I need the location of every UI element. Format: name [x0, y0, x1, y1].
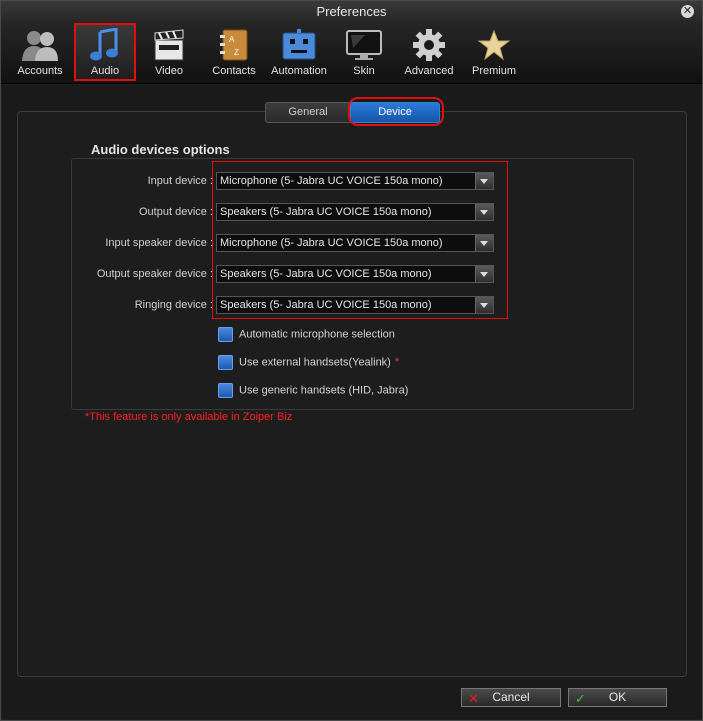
toolbar-advanced[interactable]: Advanced	[400, 25, 458, 79]
ok-button[interactable]: ✓ OK	[568, 688, 667, 707]
toolbar-label: Advanced	[404, 65, 454, 77]
output-device-value: Speakers (5- Jabra UC VOICE 150a mono)	[220, 206, 432, 218]
title-bar: Preferences ✕	[1, 1, 702, 23]
tab-general[interactable]: General	[265, 102, 351, 123]
svg-text:A: A	[229, 35, 235, 44]
chevron-down-icon[interactable]	[475, 235, 493, 251]
star-icon	[477, 29, 511, 61]
users-icon	[22, 31, 58, 61]
output-speaker-device-select[interactable]: Speakers (5- Jabra UC VOICE 150a mono)	[216, 265, 494, 283]
generic-handsets-checkbox[interactable]	[218, 383, 233, 398]
toolbar-label: Contacts	[212, 65, 256, 77]
ringing-device-value: Speakers (5- Jabra UC VOICE 150a mono)	[220, 299, 432, 311]
external-handsets-option[interactable]: Use external handsets(Yealink) *	[218, 355, 399, 371]
output-speaker-device-value: Speakers (5- Jabra UC VOICE 150a mono)	[220, 268, 432, 280]
input-speaker-device-label: Input speaker device :	[105, 237, 213, 249]
monitor-icon	[346, 30, 382, 60]
toolbar-automation[interactable]: Automation	[270, 25, 328, 79]
toolbar-accounts[interactable]: Accounts	[11, 25, 69, 79]
input-device-label: Input device :	[147, 175, 213, 187]
external-handsets-label: Use external handsets(Yealink)	[239, 356, 391, 369]
input-device-select[interactable]: Microphone (5- Jabra UC VOICE 150a mono)	[216, 172, 494, 190]
auto-mic-label: Automatic microphone selection	[239, 328, 395, 341]
chevron-down-icon[interactable]	[475, 173, 493, 189]
section-title: Audio devices options	[91, 142, 230, 157]
close-button[interactable]: ✕	[681, 5, 694, 18]
toolbar-audio[interactable]: Audio	[74, 23, 136, 81]
toolbar-contacts[interactable]: A Z Contacts	[205, 25, 263, 79]
ringing-device-select[interactable]: Speakers (5- Jabra UC VOICE 150a mono)	[216, 296, 494, 314]
toolbar-label: Automation	[271, 65, 327, 77]
chevron-down-icon[interactable]	[475, 297, 493, 313]
toolbar-video[interactable]: Video	[140, 25, 198, 79]
biz-feature-note: *This feature is only available in Zoipe…	[85, 411, 293, 423]
auto-mic-option[interactable]: Automatic microphone selection	[218, 327, 395, 343]
tab-device[interactable]: Device	[350, 102, 440, 123]
music-note-icon	[90, 28, 118, 61]
chevron-down-icon[interactable]	[475, 266, 493, 282]
category-toolbar: Accounts Audio Video A Z Contacts Automa…	[1, 23, 702, 84]
output-speaker-device-label: Output speaker device :	[96, 268, 213, 280]
audio-devices-group	[71, 158, 634, 410]
toolbar-label: Audio	[90, 65, 120, 77]
toolbar-label: Skin	[353, 65, 375, 77]
cancel-button[interactable]: ✕ Cancel	[461, 688, 561, 707]
output-device-label: Output device :	[139, 206, 213, 218]
biz-only-asterisk: *	[394, 356, 400, 369]
svg-text:Z: Z	[234, 48, 239, 57]
ok-label: OK	[608, 690, 627, 704]
toolbar-label: Video	[155, 65, 183, 77]
generic-handsets-label: Use generic handsets (HID, Jabra)	[239, 384, 409, 397]
cancel-label: Cancel	[492, 690, 530, 704]
window-title: Preferences	[316, 4, 387, 19]
external-handsets-checkbox[interactable]	[218, 355, 233, 370]
robot-icon	[282, 29, 316, 60]
chevron-down-icon[interactable]	[475, 204, 493, 220]
input-speaker-device-value: Microphone (5- Jabra UC VOICE 150a mono)	[220, 237, 443, 249]
ringing-device-label: Ringing device :	[134, 299, 213, 311]
generic-handsets-option[interactable]: Use generic handsets (HID, Jabra)	[218, 383, 408, 399]
clapperboard-icon	[154, 29, 184, 61]
input-speaker-device-select[interactable]: Microphone (5- Jabra UC VOICE 150a mono)	[216, 234, 494, 252]
input-device-value: Microphone (5- Jabra UC VOICE 150a mono)	[220, 175, 443, 187]
auto-mic-checkbox[interactable]	[218, 327, 233, 342]
toolbar-label: Accounts	[17, 65, 63, 77]
toolbar-premium[interactable]: Premium	[465, 25, 523, 79]
gear-icon	[413, 29, 445, 61]
output-device-select[interactable]: Speakers (5- Jabra UC VOICE 150a mono)	[216, 203, 494, 221]
toolbar-skin[interactable]: Skin	[335, 25, 393, 79]
toolbar-label: Premium	[471, 65, 516, 77]
address-book-icon: A Z	[220, 29, 248, 61]
